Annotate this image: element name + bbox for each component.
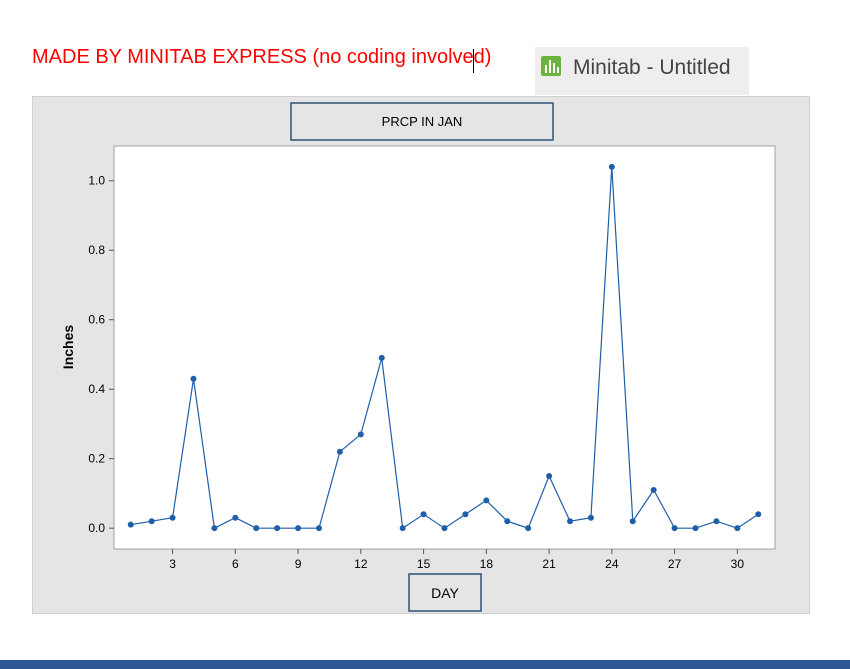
y-axis-label: Inches	[60, 325, 76, 370]
data-point	[504, 518, 511, 525]
y-tick-label: 0.4	[88, 382, 105, 396]
x-axis-label: DAY	[431, 585, 459, 601]
data-point	[190, 375, 197, 382]
data-point	[546, 473, 553, 480]
bottom-bar	[0, 660, 850, 669]
data-point	[650, 486, 657, 493]
x-tick-label: 6	[232, 557, 239, 571]
data-point	[295, 525, 302, 532]
data-point	[399, 525, 406, 532]
data-point	[127, 521, 134, 528]
app-title: Minitab - Untitled	[573, 56, 731, 79]
data-point	[253, 525, 260, 532]
data-point	[441, 525, 448, 532]
data-point	[232, 514, 239, 521]
x-tick-label: 27	[668, 557, 682, 571]
y-tick-label: 1.0	[88, 174, 105, 188]
y-axis: 0.0 0.2 0.4 0.6 0.8 1.0	[88, 174, 114, 535]
x-tick-label: 15	[417, 557, 431, 571]
x-tick-label: 9	[295, 557, 302, 571]
data-point	[274, 525, 281, 532]
chart-frame: PRCP IN JAN 0.0 0.2 0.4 0.6 0.8 1.0 3 6 9 12 15 18…	[32, 96, 810, 614]
plot-area	[113, 145, 776, 550]
x-tick-label: 21	[542, 557, 556, 571]
data-point	[315, 525, 322, 532]
data-point	[462, 511, 469, 518]
minitab-bar-chart-icon	[541, 56, 561, 76]
x-tick-label: 12	[354, 557, 368, 571]
y-tick-label: 0.2	[88, 452, 105, 466]
data-point	[211, 525, 218, 532]
data-point	[587, 514, 594, 521]
data-point	[567, 518, 574, 525]
data-point	[713, 518, 720, 525]
data-point	[755, 511, 762, 518]
data-point	[483, 497, 490, 504]
data-point	[525, 525, 532, 532]
caption-text: MADE BY MINITAB EXPRESS (no coding invol…	[32, 46, 492, 68]
data-point	[671, 525, 678, 532]
data-point	[148, 518, 155, 525]
data-point	[378, 354, 385, 361]
data-point	[734, 525, 741, 532]
data-point	[357, 431, 364, 438]
x-tick-label: 18	[480, 557, 494, 571]
x-tick-label: 24	[605, 557, 619, 571]
line-chart: PRCP IN JAN 0.0 0.2 0.4 0.6 0.8 1.0 3 6 9 12 15 18…	[60, 102, 776, 612]
data-point	[692, 525, 699, 532]
page: MADE BY MINITAB EXPRESS (no coding invol…	[0, 0, 850, 669]
y-tick-label: 0.8	[88, 243, 105, 257]
y-tick-label: 0.6	[88, 313, 105, 327]
x-tick-label: 3	[169, 557, 176, 571]
data-point	[169, 514, 176, 521]
text-cursor	[473, 49, 474, 73]
x-axis: 3 6 9 12 15 18 21 24 27 30	[169, 549, 744, 571]
y-tick-label: 0.0	[88, 521, 105, 535]
data-point	[629, 518, 636, 525]
x-tick-label: 30	[731, 557, 745, 571]
data-point	[336, 448, 343, 455]
app-title-chip: Minitab - Untitled	[535, 47, 749, 95]
data-point	[608, 163, 615, 170]
data-point	[420, 511, 427, 518]
chart-title: PRCP IN JAN	[382, 114, 463, 129]
